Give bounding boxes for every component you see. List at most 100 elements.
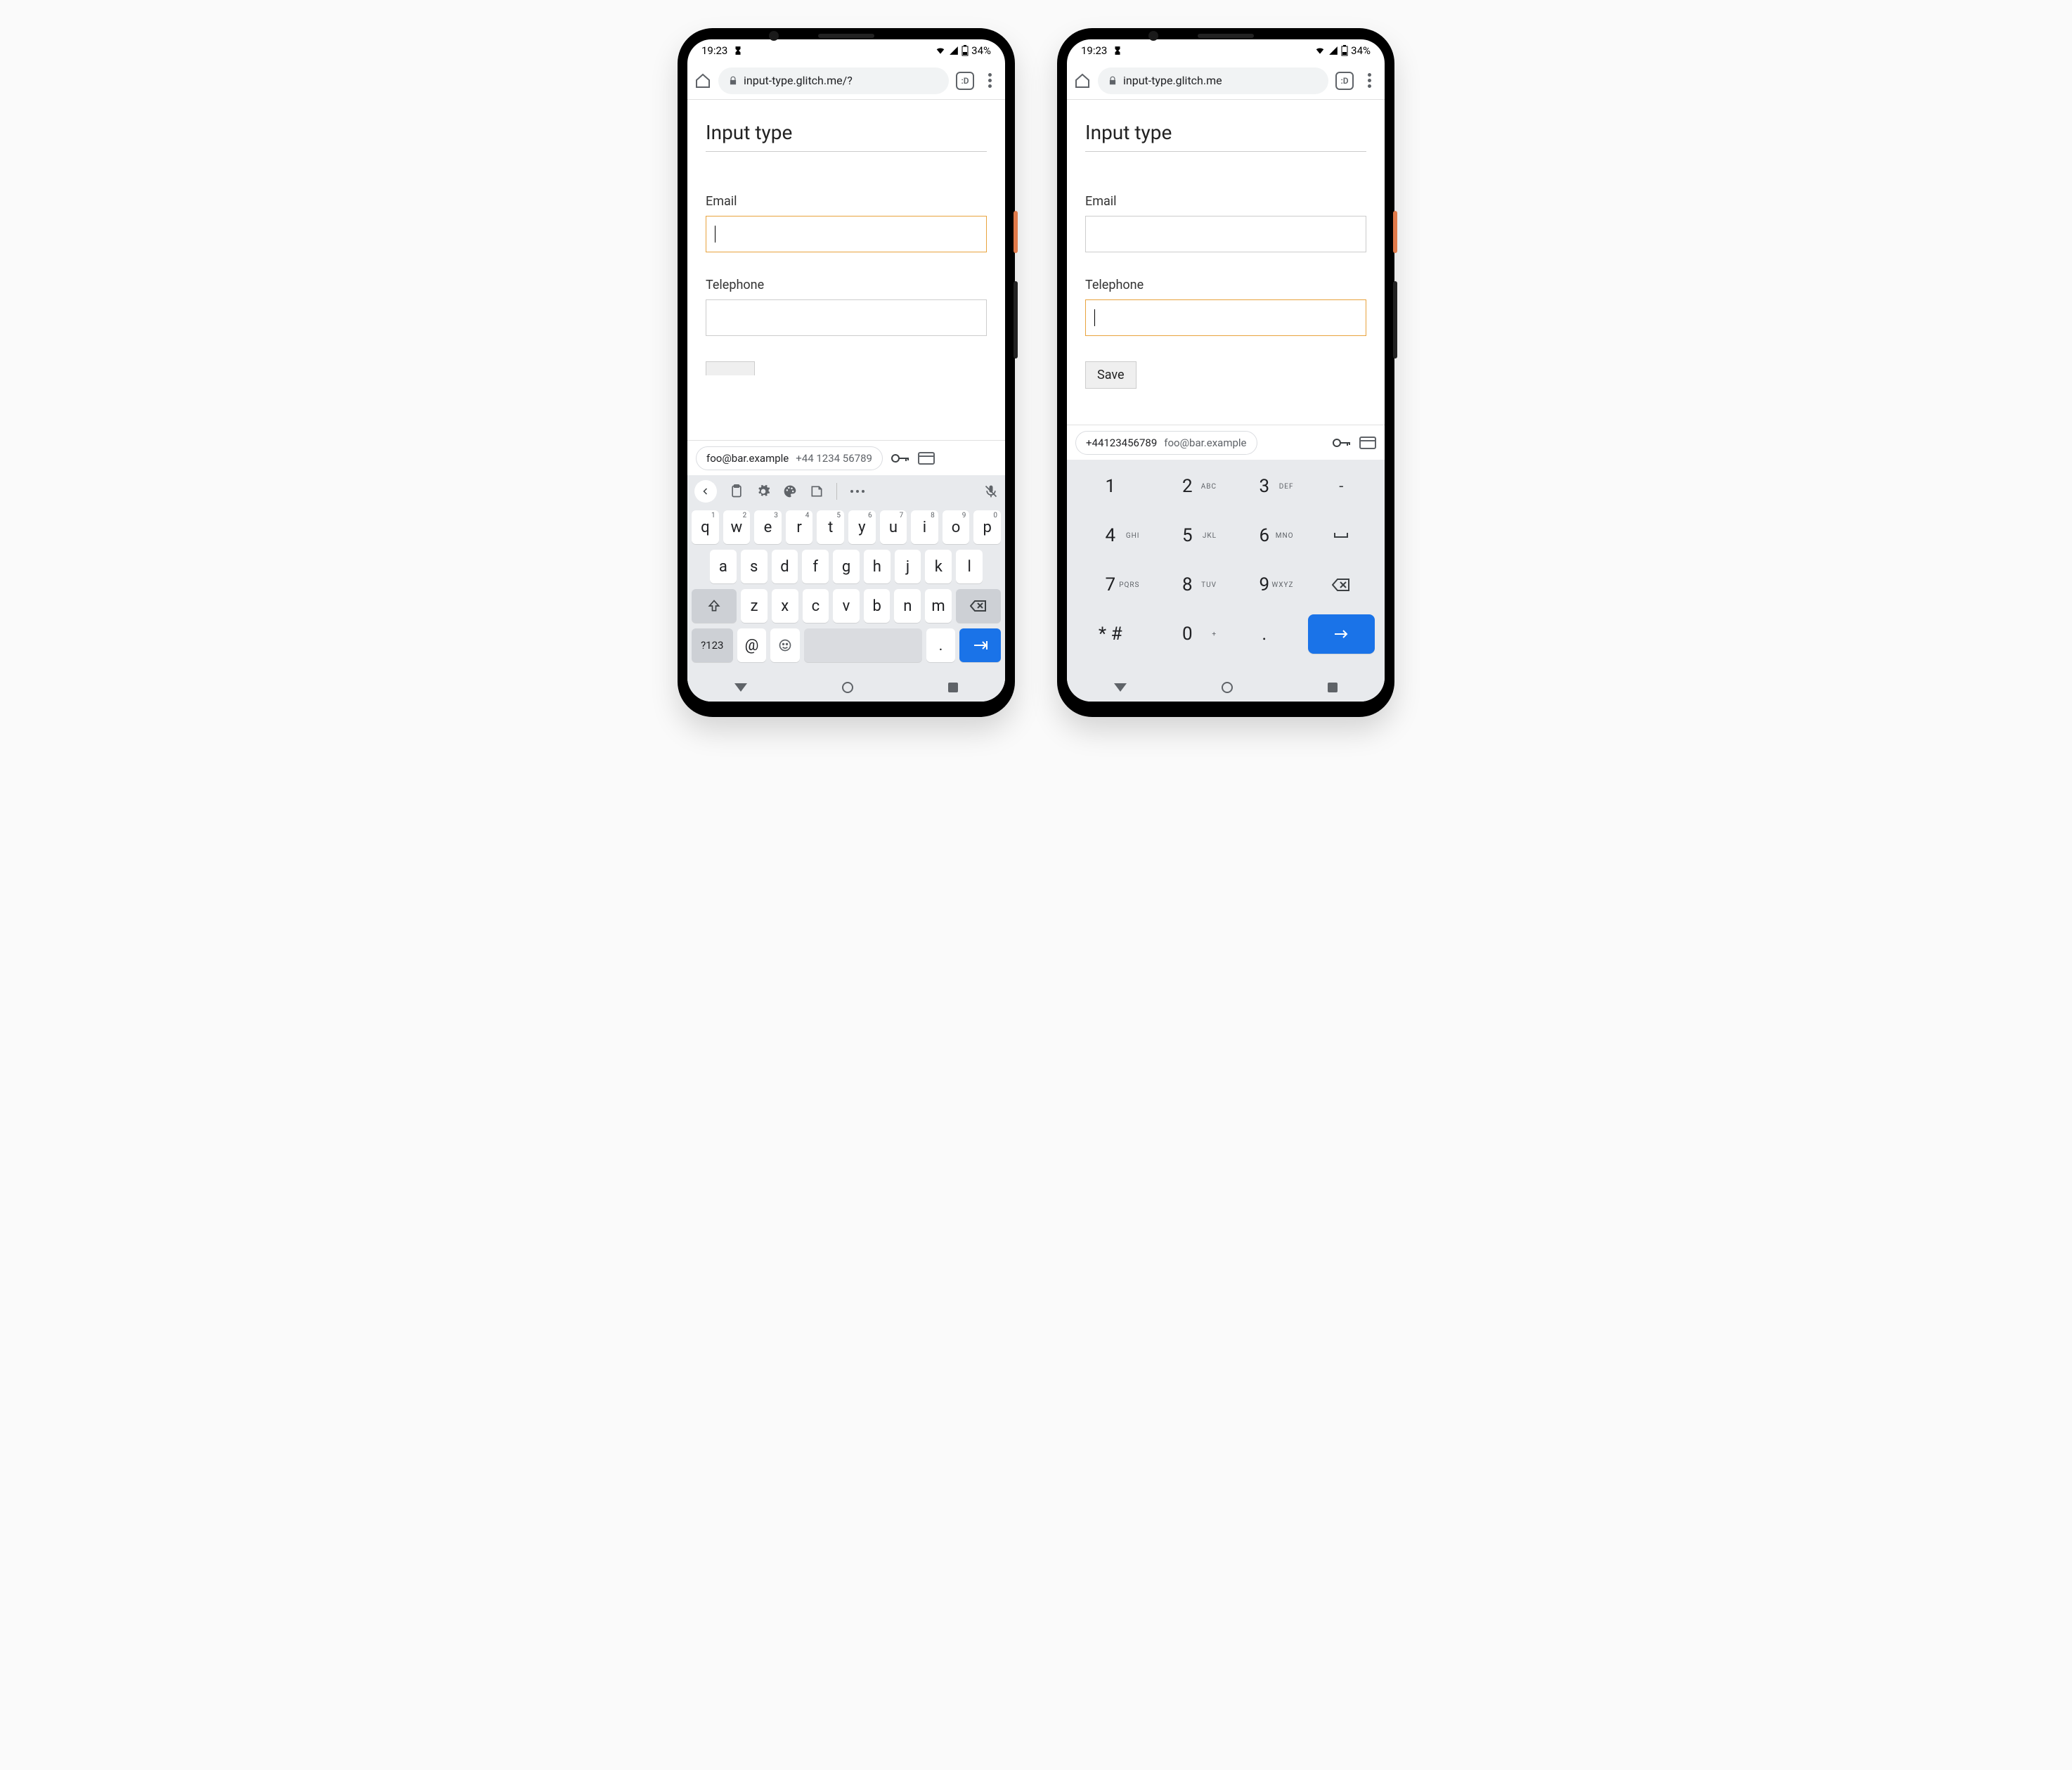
volume-button[interactable] — [1014, 281, 1018, 358]
key-y[interactable]: y6 — [848, 510, 876, 544]
key-w[interactable]: w2 — [723, 510, 751, 544]
email-field[interactable] — [1085, 216, 1366, 252]
menu-button[interactable] — [1361, 73, 1378, 88]
key-icon[interactable] — [891, 453, 909, 463]
space-key[interactable] — [804, 628, 921, 662]
email-field[interactable] — [706, 216, 987, 252]
nav-back-button[interactable] — [734, 683, 747, 692]
key-o[interactable]: o9 — [943, 510, 970, 544]
key-c[interactable]: c — [803, 589, 829, 623]
shift-icon — [707, 599, 721, 613]
key-l[interactable]: l — [956, 550, 983, 583]
nav-back-button[interactable] — [1114, 683, 1127, 692]
numkey-7[interactable]: 7PQRS — [1077, 565, 1144, 605]
key-h[interactable]: h — [864, 550, 891, 583]
phone-right: 19:23 34% input-type.glitch.me :D Input … — [1057, 28, 1394, 717]
power-button[interactable] — [1393, 211, 1397, 253]
backspace-key[interactable] — [956, 589, 1001, 623]
numkey-9[interactable]: 9WXYZ — [1231, 565, 1298, 605]
key-s[interactable]: s — [741, 550, 768, 583]
key-icon[interactable] — [1333, 438, 1351, 448]
more-icon[interactable] — [850, 489, 865, 493]
enter-key[interactable] — [959, 628, 1001, 662]
emoji-key[interactable] — [770, 628, 800, 662]
key-i[interactable]: i8 — [911, 510, 938, 544]
telephone-field[interactable] — [706, 299, 987, 336]
key-f[interactable]: f — [802, 550, 829, 583]
palette-icon[interactable] — [783, 484, 797, 498]
numkey-0[interactable]: 0+ — [1154, 614, 1222, 654]
numkey-4[interactable]: 4GHI — [1077, 516, 1144, 555]
tabs-button[interactable]: :D — [1335, 72, 1354, 90]
page-title: Input type — [1085, 121, 1366, 152]
sticker-icon[interactable] — [810, 484, 824, 498]
key-b[interactable]: b — [864, 589, 891, 623]
save-button-partial[interactable] — [706, 361, 755, 375]
key-r[interactable]: r4 — [786, 510, 813, 544]
key-v[interactable]: v — [833, 589, 860, 623]
key-t[interactable]: t5 — [817, 510, 844, 544]
page-title: Input type — [706, 121, 987, 152]
card-icon[interactable] — [918, 452, 935, 465]
key-n[interactable]: n — [894, 589, 921, 623]
autofill-suggestion[interactable]: +44123456789 foo@bar.example — [1075, 431, 1257, 455]
keyboard-rows: q1w2e3r4t5y6u7i8o9p0 asdfghjkl zxcvbnm ?… — [687, 508, 1005, 673]
clipboard-icon[interactable] — [730, 484, 744, 498]
key-q[interactable]: q1 — [692, 510, 719, 544]
key-x[interactable]: x — [772, 589, 798, 623]
autofill-secondary: +44 1234 56789 — [796, 452, 872, 465]
numkey-3[interactable]: 3DEF — [1231, 467, 1298, 506]
numkey-.[interactable]: . — [1231, 614, 1298, 654]
numkey-2[interactable]: 2ABC — [1154, 467, 1222, 506]
numkey--[interactable]: - — [1308, 467, 1375, 506]
key-z[interactable]: z — [741, 589, 768, 623]
numkey-*#[interactable]: * # — [1077, 614, 1144, 654]
volume-button[interactable] — [1393, 281, 1397, 358]
key-p[interactable]: p0 — [973, 510, 1001, 544]
nav-recent-button[interactable] — [1328, 683, 1338, 692]
autofill-suggestion[interactable]: foo@bar.example +44 1234 56789 — [696, 446, 883, 470]
numkey-1[interactable]: 1 — [1077, 467, 1144, 506]
numkey-6[interactable]: 6MNO — [1231, 516, 1298, 555]
url-text: input-type.glitch.me/? — [744, 74, 853, 87]
period-key[interactable]: . — [926, 628, 956, 662]
at-key[interactable]: @ — [737, 628, 767, 662]
symbols-key[interactable]: ?123 — [692, 628, 733, 662]
nav-home-button[interactable] — [842, 682, 853, 693]
numkey-5[interactable]: 5JKL — [1154, 516, 1222, 555]
card-icon[interactable] — [1359, 437, 1376, 449]
numkey-␣[interactable] — [1308, 516, 1375, 555]
key-e[interactable]: e3 — [754, 510, 782, 544]
gear-icon[interactable] — [756, 484, 770, 498]
key-u[interactable]: u7 — [880, 510, 907, 544]
numkey-8[interactable]: 8TUV — [1154, 565, 1222, 605]
menu-button[interactable] — [981, 73, 998, 88]
key-j[interactable]: j — [895, 550, 921, 583]
shift-key[interactable] — [692, 589, 737, 623]
address-bar[interactable]: input-type.glitch.me — [1098, 67, 1328, 94]
telephone-field[interactable] — [1085, 299, 1366, 336]
power-button[interactable] — [1014, 211, 1018, 253]
enter-key[interactable] — [1308, 614, 1375, 654]
kb-back-button[interactable] — [694, 480, 717, 503]
front-camera — [1148, 31, 1158, 41]
key-m[interactable]: m — [925, 589, 952, 623]
wifi-icon — [1314, 46, 1326, 56]
backspace-key[interactable] — [1308, 565, 1375, 605]
numeric-keyboard: 1 2ABC3DEF- 4GHI 5JKL6MNO 7PQRS8TUV9WXYZ * #0… — [1067, 460, 1385, 673]
home-icon[interactable] — [694, 72, 711, 89]
nav-home-button[interactable] — [1222, 682, 1233, 693]
mic-off-icon[interactable] — [984, 484, 998, 498]
tabs-button[interactable]: :D — [956, 72, 974, 90]
nav-recent-button[interactable] — [948, 683, 958, 692]
key-a[interactable]: a — [710, 550, 737, 583]
home-icon[interactable] — [1074, 72, 1091, 89]
key-g[interactable]: g — [833, 550, 860, 583]
address-bar[interactable]: input-type.glitch.me/? — [718, 67, 949, 94]
clock: 19:23 — [1081, 44, 1107, 57]
save-button[interactable]: Save — [1085, 361, 1137, 389]
speaker-grille — [818, 34, 874, 38]
key-d[interactable]: d — [772, 550, 798, 583]
key-k[interactable]: k — [925, 550, 952, 583]
telephone-label: Telephone — [1085, 278, 1366, 292]
